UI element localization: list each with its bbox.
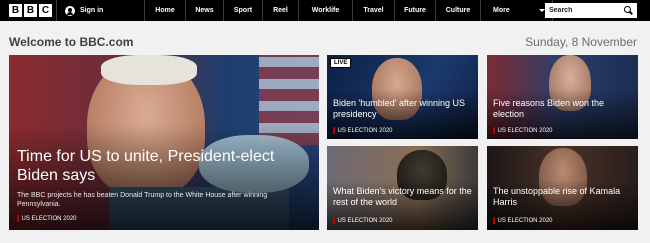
story-card-1[interactable]: LIVE Biden 'humbled' after winning US pr… <box>327 55 478 139</box>
sign-in-button[interactable]: Sign in <box>57 0 145 21</box>
nav-more-label: More <box>493 7 510 14</box>
search-box <box>545 3 637 18</box>
page-title: Welcome to BBC.com <box>9 35 134 49</box>
nav-worklife[interactable]: Worklife <box>299 0 353 21</box>
nav-culture[interactable]: Culture <box>436 0 481 21</box>
tag-marker <box>17 215 19 222</box>
story-tag[interactable]: US ELECTION 2020 <box>17 215 77 222</box>
story-card-2[interactable]: Five reasons Biden won the election US E… <box>487 55 638 139</box>
main-story-headline[interactable]: Time for US to unite, President-elect Bi… <box>17 147 307 185</box>
bbc-logo[interactable]: B B C <box>0 0 57 21</box>
story-tag[interactable]: US ELECTION 2020 <box>333 127 393 134</box>
logo-letter-c: C <box>39 4 52 17</box>
search-input[interactable] <box>549 7 619 14</box>
nav-home[interactable]: Home <box>145 0 186 21</box>
story-image-detail <box>101 55 197 85</box>
nav-travel[interactable]: Travel <box>353 0 395 21</box>
story-headline[interactable]: Five reasons Biden won the election <box>493 98 635 120</box>
story-headline[interactable]: Biden 'humbled' after winning US preside… <box>333 98 475 120</box>
story-tag-label: US ELECTION 2020 <box>497 217 553 224</box>
story-headline[interactable]: What Biden's victory means for the rest … <box>333 186 475 208</box>
logo-letter-b1: B <box>9 4 22 17</box>
tag-marker <box>333 127 335 134</box>
story-tag[interactable]: US ELECTION 2020 <box>493 127 553 134</box>
nav-future[interactable]: Future <box>395 0 436 21</box>
nav-sport[interactable]: Sport <box>224 0 263 21</box>
story-headline[interactable]: The unstoppable rise of Kamala Harris <box>493 186 635 208</box>
logo-letter-b2: B <box>24 4 37 17</box>
main-story-summary: The BBC projects he has beaten Donald Tr… <box>17 192 268 209</box>
top-navigation-bar: B B C Sign in Home News Sport Reel Workl… <box>0 0 650 21</box>
nav-reel[interactable]: Reel <box>263 0 299 21</box>
page-date: Sunday, 8 November <box>525 35 637 49</box>
sign-in-label: Sign in <box>80 7 104 14</box>
tag-marker <box>333 217 335 224</box>
story-card-3[interactable]: What Biden's victory means for the rest … <box>327 146 478 230</box>
live-badge: LIVE <box>330 58 352 68</box>
main-nav: Home News Sport Reel Worklife Travel Fut… <box>145 0 481 21</box>
search-icon[interactable] <box>624 6 633 15</box>
story-tag-label: US ELECTION 2020 <box>497 127 553 134</box>
user-icon <box>65 5 75 16</box>
tag-marker <box>493 127 495 134</box>
story-tag-label: US ELECTION 2020 <box>21 215 77 222</box>
main-story-card[interactable]: Time for US to unite, President-elect Bi… <box>9 55 319 230</box>
story-tag-label: US ELECTION 2020 <box>337 127 393 134</box>
story-card-4[interactable]: The unstoppable rise of Kamala Harris US… <box>487 146 638 230</box>
story-tag[interactable]: US ELECTION 2020 <box>333 217 393 224</box>
story-tag-label: US ELECTION 2020 <box>337 217 393 224</box>
nav-more-menu[interactable]: More <box>481 0 553 21</box>
nav-news[interactable]: News <box>186 0 224 21</box>
story-tag[interactable]: US ELECTION 2020 <box>493 217 553 224</box>
tag-marker <box>493 217 495 224</box>
